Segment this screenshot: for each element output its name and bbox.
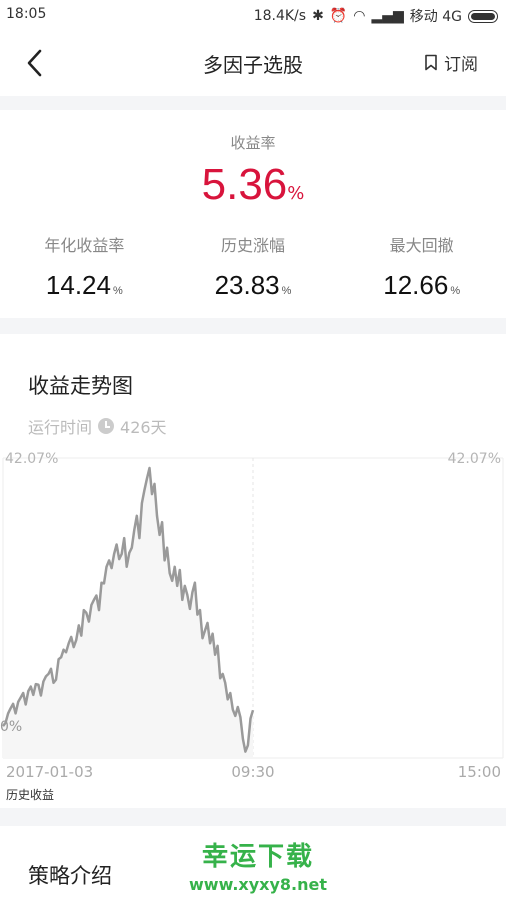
stat-value: 14.24% — [0, 270, 169, 301]
trend-title: 收益走势图 — [28, 374, 133, 398]
bluetooth-icon: ✱ — [312, 8, 324, 24]
stat-value: 23.83% — [169, 270, 338, 301]
yield-unit: % — [287, 183, 305, 204]
stat-unit: % — [112, 285, 123, 297]
stat-history-gain: 历史涨幅 23.83% — [169, 232, 338, 301]
network-speed: 18.4K/s — [253, 8, 307, 24]
series-legend: 历史收益 — [6, 788, 55, 802]
wifi-icon: ◠ — [353, 8, 366, 24]
subscribe-button[interactable]: 订阅 — [424, 50, 478, 75]
runtime-value: 426天 — [120, 418, 167, 437]
battery-icon — [468, 9, 498, 23]
alarm-icon: ⏰ — [329, 8, 348, 24]
yield-number: 5.36 — [201, 160, 288, 209]
y-max-label-right: 42.07% — [448, 451, 501, 467]
subscribe-label: 订阅 — [444, 55, 478, 75]
stat-max-drawdown: 最大回撤 12.66% — [337, 232, 506, 301]
stat-number: 12.66 — [383, 270, 449, 300]
status-right: 18.4K/s ✱ ⏰ ◠ ▂▄▆ 移动 4G — [254, 6, 498, 26]
bookmark-icon — [425, 54, 437, 71]
y-max-label-left: 42.07% — [5, 451, 58, 467]
yield-value: 5.36% — [0, 160, 506, 210]
stat-label: 最大回撤 — [389, 236, 454, 255]
watermark-logo: 幸运下载 www.xyxy8.net — [189, 842, 327, 894]
y-zero-label: 0% — [0, 719, 22, 735]
x-tick-label: 09:30 — [231, 763, 274, 781]
trend-card: 收益走势图 运行时间 426天 42.07% 42.07% 0% 2017-01… — [0, 334, 506, 808]
strategy-intro-title: 策略介绍 — [28, 864, 112, 888]
summary-card: 收益率 5.36% 年化收益率 14.24% 历史涨幅 23.83% 最大回撤 … — [0, 110, 506, 318]
x-tick-label: 15:00 — [458, 763, 501, 781]
runtime-info: 运行时间 426天 — [28, 414, 167, 438]
stat-annualized: 年化收益率 14.24% — [0, 232, 169, 301]
stat-unit: % — [281, 285, 292, 297]
stat-number: 14.24 — [45, 270, 111, 300]
stat-value: 12.66% — [337, 270, 506, 301]
signal-icon: ▂▄▆ — [371, 8, 404, 24]
stat-number: 23.83 — [214, 270, 280, 300]
stat-label: 历史涨幅 — [221, 236, 286, 255]
x-tick-label: 2017-01-03 — [6, 763, 93, 781]
trend-chart[interactable]: 42.07% 42.07% 0% 2017-01-03 09:30 15:00 — [0, 444, 506, 784]
series-area — [3, 468, 253, 758]
stat-unit: % — [450, 285, 461, 297]
stat-label: 年化收益率 — [44, 236, 125, 255]
app-header: 多因子选股 订阅 — [0, 30, 506, 96]
carrier-label: 移动 4G — [409, 9, 462, 25]
runtime-label: 运行时间 — [28, 418, 93, 437]
status-bar: 18:05 18.4K/s ✱ ⏰ ◠ ▂▄▆ 移动 4G — [0, 0, 506, 30]
stats-row: 年化收益率 14.24% 历史涨幅 23.83% 最大回撤 12.66% — [0, 232, 506, 301]
yield-label: 收益率 — [230, 134, 276, 152]
status-time: 18:05 — [6, 6, 47, 22]
clock-icon — [98, 418, 115, 434]
